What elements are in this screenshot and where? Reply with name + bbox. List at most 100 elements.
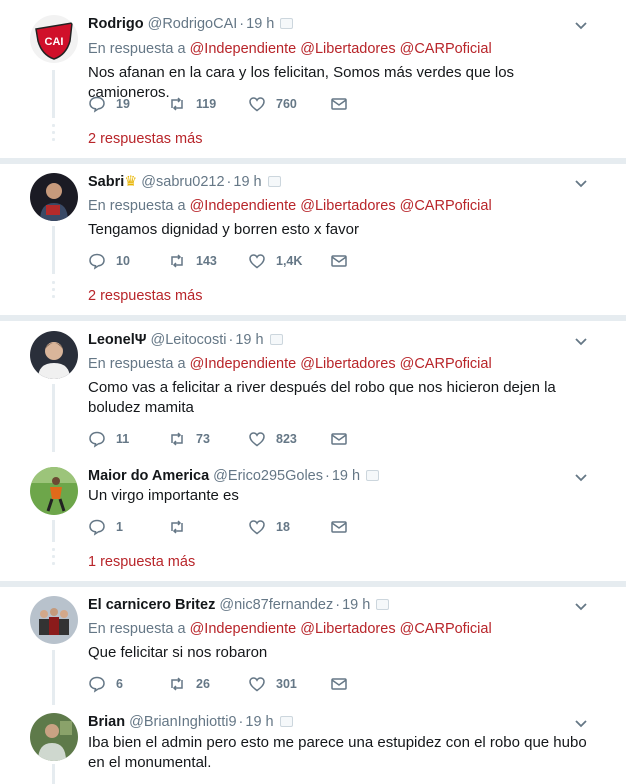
reply-count: 6 <box>116 677 123 691</box>
timestamp[interactable]: 19 h <box>342 597 370 613</box>
chevron-down-icon[interactable] <box>574 471 588 485</box>
thread-line <box>52 764 55 784</box>
retweet-count: 26 <box>196 677 210 691</box>
reply-button[interactable]: 1 <box>88 517 123 537</box>
like-button[interactable]: 1,4K <box>248 251 302 271</box>
retweet-count: 119 <box>196 97 217 111</box>
translate-icon <box>267 176 281 187</box>
heart-icon <box>249 97 265 112</box>
reply-button[interactable]: 10 <box>88 251 130 271</box>
user-photo-icon <box>30 713 78 761</box>
timestamp[interactable]: 19 h <box>235 332 263 348</box>
show-more-replies-link[interactable]: 2 respuestas más <box>88 130 202 148</box>
avatar[interactable]: CAI <box>30 15 78 63</box>
timestamp[interactable]: 19 h <box>332 468 360 484</box>
message-button[interactable] <box>330 251 348 271</box>
thread-line <box>52 384 55 452</box>
retweet-button[interactable]: 143 <box>168 251 217 271</box>
envelope-icon <box>331 433 347 445</box>
mention-link[interactable]: @Independiente <box>190 41 297 57</box>
user-handle[interactable]: @Erico295Goles <box>213 468 323 484</box>
tweet-text: Como vas a felicitar a river después del… <box>88 379 556 416</box>
retweet-icon <box>171 254 183 268</box>
show-more-replies-link[interactable]: 1 respuesta más <box>88 553 195 571</box>
avatar[interactable] <box>30 713 78 761</box>
show-more-replies-link[interactable]: 2 respuestas más <box>88 287 202 305</box>
mention-link[interactable]: @Libertadores <box>300 41 395 57</box>
reply-button[interactable]: 19 <box>88 94 130 114</box>
like-button[interactable]: 301 <box>248 674 297 694</box>
mention-link[interactable]: @Libertadores <box>300 198 395 214</box>
user-name[interactable]: LeonelΨ <box>88 332 146 348</box>
mention-link[interactable]: @Libertadores <box>300 621 395 637</box>
message-button[interactable] <box>330 674 348 694</box>
svg-text:CAI: CAI <box>45 36 64 48</box>
mention-link[interactable]: @CARPoficial <box>400 198 492 214</box>
mention-link[interactable]: @CARPoficial <box>400 621 492 637</box>
timestamp[interactable]: 19 h <box>246 16 274 32</box>
tweet-text: Iba bien el admin pero esto me parece un… <box>88 734 587 771</box>
user-name[interactable]: El carnicero Britez <box>88 597 215 613</box>
like-button[interactable]: 823 <box>248 429 297 449</box>
user-name[interactable]: Maior do America <box>88 468 209 484</box>
timestamp[interactable]: 19 h <box>233 174 261 190</box>
mention-link[interactable]: @CARPoficial <box>400 41 492 57</box>
retweet-button[interactable]: 119 <box>168 94 216 114</box>
chevron-down-icon[interactable] <box>574 177 588 191</box>
retweet-button[interactable] <box>168 517 196 537</box>
chevron-down-icon[interactable] <box>574 19 588 33</box>
avatar[interactable] <box>30 331 78 379</box>
message-button[interactable] <box>330 429 348 449</box>
thread-separator <box>0 158 626 164</box>
mention-link[interactable]: @Libertadores <box>300 356 395 372</box>
like-count: 18 <box>276 520 290 534</box>
user-handle[interactable]: @sabru0212 <box>141 174 224 190</box>
like-count: 301 <box>276 677 297 691</box>
mention-link[interactable]: @Independiente <box>190 198 297 214</box>
chevron-down-icon[interactable] <box>574 600 588 614</box>
heart-icon <box>249 520 265 535</box>
like-button[interactable]: 18 <box>248 517 290 537</box>
tweet-header: Sabri♛ @sabru0212 · 19 h <box>88 173 281 191</box>
avatar[interactable] <box>30 467 78 515</box>
avatar[interactable] <box>30 596 78 644</box>
reply-context: En respuesta a @Independiente @Libertado… <box>88 198 492 214</box>
mention-link[interactable]: @Independiente <box>190 356 297 372</box>
reply-icon <box>89 676 105 693</box>
translate-icon <box>280 18 294 29</box>
retweet-button[interactable]: 26 <box>168 674 210 694</box>
mention-link[interactable]: @CARPoficial <box>400 356 492 372</box>
user-name[interactable]: Rodrigo <box>88 16 144 32</box>
retweet-icon <box>171 677 183 691</box>
envelope-icon <box>331 521 347 533</box>
reply-button[interactable]: 6 <box>88 674 123 694</box>
mention-link[interactable]: @Independiente <box>190 621 297 637</box>
reply-context: En respuesta a @Independiente @Libertado… <box>88 41 492 57</box>
reply-count: 11 <box>116 432 130 446</box>
chevron-down-icon[interactable] <box>574 335 588 349</box>
message-button[interactable] <box>330 94 348 114</box>
chevron-down-icon[interactable] <box>574 717 588 731</box>
user-handle[interactable]: @BrianInghiotti9 <box>129 714 236 730</box>
tweet-header: El carnicero Britez @nic87fernandez · 19 h <box>88 596 390 614</box>
like-count: 823 <box>276 432 297 446</box>
reply-icon <box>89 253 105 270</box>
avatar[interactable] <box>30 173 78 221</box>
user-handle[interactable]: @Leitocosti <box>151 332 227 348</box>
reply-button[interactable]: 11 <box>88 429 129 449</box>
tweet-text: Un virgo importante es <box>88 487 239 504</box>
thread-dots <box>52 124 55 145</box>
like-button[interactable]: 760 <box>248 94 297 114</box>
user-handle[interactable]: @RodrigoCAI <box>148 16 238 32</box>
user-name[interactable]: Brian <box>88 714 125 730</box>
thread-dots <box>52 548 55 569</box>
tweet-text: Que felicitar si nos robaron <box>88 644 268 661</box>
envelope-icon <box>331 678 347 690</box>
timestamp[interactable]: 19 h <box>245 714 273 730</box>
user-name[interactable]: Sabri <box>88 174 124 190</box>
message-button[interactable] <box>330 517 348 537</box>
translate-icon <box>269 334 283 345</box>
retweet-button[interactable]: 73 <box>168 429 210 449</box>
user-handle[interactable]: @nic87fernandez <box>219 597 333 613</box>
reply-context: En respuesta a @Independiente @Libertado… <box>88 356 492 372</box>
